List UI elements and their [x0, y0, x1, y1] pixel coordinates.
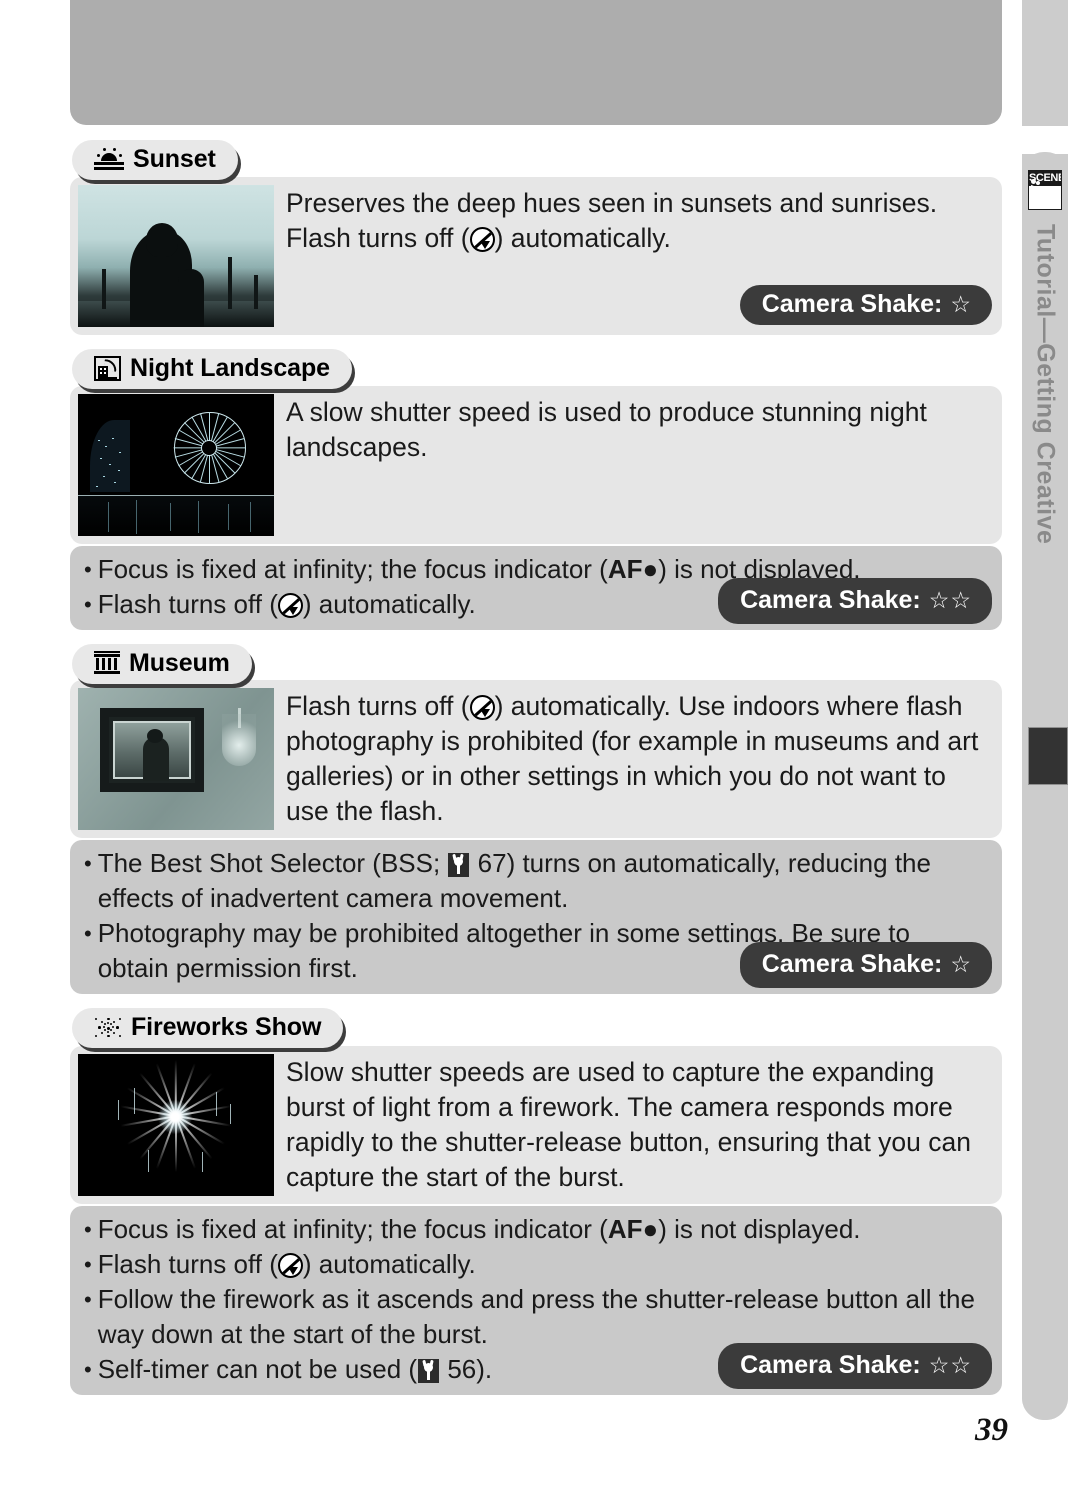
section-title-label: Museum: [129, 648, 230, 677]
page-reference-icon: [418, 1358, 440, 1383]
camera-shake-badge-fireworks-show: Camera Shake: ☆☆: [718, 1342, 992, 1389]
side-rail: SCENE Tutorial—Getting Creative: [1022, 152, 1068, 1420]
section-title-museum: Museum: [72, 643, 252, 684]
section-bullets-museum: • The Best Shot Selector (BSS; 67) turns…: [70, 840, 1002, 994]
section-body-museum: Flash turns off () automatically. Use in…: [70, 680, 1002, 838]
camera-shake-badge-sunset: Camera Shake: ☆: [739, 284, 992, 325]
af-indicator: AF●: [607, 553, 659, 584]
bullet-dot: •: [84, 1286, 92, 1312]
thumbnail-wrapper: [70, 1046, 274, 1204]
museum-icon: [94, 651, 120, 675]
bullet-dot: •: [84, 1356, 92, 1382]
thumbnail-wrapper: [70, 680, 274, 838]
description-text: A slow shutter speed is used to produce …: [286, 396, 927, 462]
section-bullets-night-landscape: • Focus is fixed at infinity; the focus …: [70, 545, 1002, 630]
section-body-fireworks-show: Slow shutter speeds are used to capture …: [70, 1045, 1002, 1204]
bullet-dot: •: [84, 1251, 92, 1277]
camera-shake-label: Camera Shake:: [761, 950, 943, 978]
chapter-label-text: Tutorial—Getting Creative: [1031, 224, 1060, 545]
bullet-item: • The Best Shot Selector (BSS; 67) turns…: [84, 846, 986, 916]
camera-shake-stars: ☆: [950, 951, 972, 977]
bullet-text: Flash turns off () automatically.: [97, 1248, 476, 1279]
scene-mode-icon: SCENE: [1028, 170, 1062, 210]
section-title-label: Fireworks Show: [131, 1013, 322, 1041]
camera-shake-badge-museum: Camera Shake: ☆: [739, 942, 992, 988]
section-body-sunset: Preserves the deep hues seen in sunsets …: [70, 176, 1002, 335]
thumbnail-wrapper: [70, 177, 274, 335]
bullet-item: • Flash turns off () automatically.: [84, 1247, 986, 1282]
bullet-text: Follow the firework as it ascends and pr…: [97, 1283, 975, 1349]
section-title-label: Sunset: [133, 145, 216, 173]
camera-shake-stars: ☆☆: [928, 586, 972, 613]
bullet-text: Focus is fixed at infinity; the focus in…: [97, 1213, 861, 1244]
section-title-fireworks-show: Fireworks Show: [72, 1008, 344, 1048]
section-sunset: Sunset Preserves the deep hues seen in s…: [70, 140, 1002, 335]
night-landscape-icon: [94, 355, 121, 381]
section-bullets-fireworks-show: • Focus is fixed at infinity; the focus …: [70, 1205, 1002, 1395]
sunset-photo: [78, 184, 274, 327]
section-title-night-landscape: Night Landscape: [72, 348, 352, 389]
page-number: 39: [975, 1412, 1008, 1448]
page-reference-icon: [448, 853, 470, 877]
camera-shake-label: Camera Shake:: [761, 289, 943, 318]
thumbnail-wrapper: [70, 386, 274, 544]
page-content: Sunset Preserves the deep hues seen in s…: [70, 140, 1002, 1397]
night-landscape-photo: [78, 393, 274, 536]
bullet-dot: •: [84, 556, 92, 582]
section-description-sunset: Preserves the deep hues seen in sunsets …: [274, 177, 1002, 262]
description-text: Flash turns off (: [286, 691, 470, 721]
bullet-item: • Focus is fixed at infinity; the focus …: [84, 1212, 986, 1247]
section-body-night-landscape: A slow shutter speed is used to produce …: [70, 385, 1002, 544]
flash-off-icon: [469, 695, 495, 720]
bullet-text: The Best Shot Selector (BSS; 67) turns o…: [97, 848, 931, 913]
section-description-museum: Flash turns off () automatically. Use in…: [274, 680, 1002, 835]
section-title-label: Night Landscape: [130, 353, 330, 382]
description-text-cont: ) automatically.: [494, 222, 671, 253]
flash-off-icon: [277, 592, 303, 618]
sunset-icon: [94, 147, 124, 172]
camera-shake-stars: ☆: [950, 290, 972, 317]
chapter-tab-marker: [1028, 727, 1068, 785]
flash-off-icon: [469, 226, 495, 252]
camera-shake-label: Camera Shake:: [740, 585, 921, 614]
section-title-sunset: Sunset: [72, 140, 238, 180]
bullet-dot: •: [84, 591, 92, 617]
camera-shake-badge-night-landscape: Camera Shake: ☆☆: [718, 577, 992, 624]
camera-shake-stars: ☆☆: [928, 1351, 972, 1378]
description-text: Slow shutter speeds are used to capture …: [286, 1056, 972, 1192]
bullet-dot: •: [84, 1216, 92, 1242]
camera-shake-label: Camera Shake:: [740, 1350, 921, 1379]
flash-off-icon: [277, 1252, 303, 1278]
fireworks-photo: [78, 1053, 274, 1196]
section-museum: Museum Flash turns off () automatically.…: [70, 643, 1002, 994]
section-fireworks-show: Fireworks Show Slow shutter speeds are u…: [70, 1008, 1002, 1395]
page-header-band: [70, 0, 1002, 125]
bullet-dot: •: [84, 851, 92, 876]
section-description-night-landscape: A slow shutter speed is used to produce …: [274, 386, 1002, 471]
section-night-landscape: Night Landscape A slow shutter speed is …: [70, 348, 1002, 630]
bullet-dot: •: [84, 921, 92, 946]
bullet-item: • Follow the firework as it ascends and …: [84, 1282, 986, 1352]
section-description-fireworks-show: Slow shutter speeds are used to capture …: [274, 1046, 1002, 1201]
side-rail-gap: [1022, 126, 1068, 154]
af-indicator: AF●: [607, 1213, 659, 1244]
museum-photo: [78, 688, 274, 830]
fireworks-icon: [94, 1015, 122, 1041]
